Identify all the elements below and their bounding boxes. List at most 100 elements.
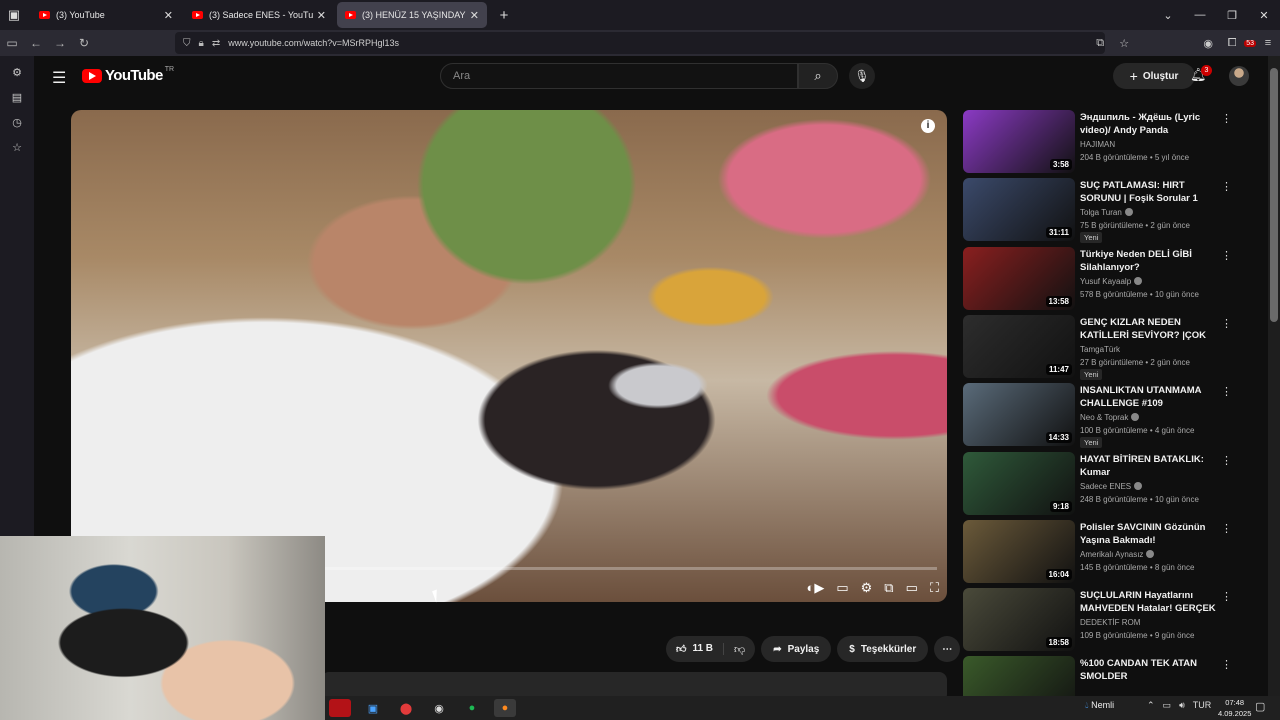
video-title[interactable]: INSANLIKTAN UTANMAMA CHALLENGE #109	[1080, 384, 1216, 410]
scrollbar-thumb[interactable]	[1270, 68, 1278, 322]
close-tab-icon[interactable]: ✕	[470, 9, 479, 22]
new-tab-icon[interactable]: +	[491, 7, 517, 24]
recommendation-item[interactable]: 16:04 Polisler SAVCININ Gözünün Yaşına Ba…	[963, 519, 1243, 584]
bookmark-star-icon[interactable]: ☆	[1112, 37, 1136, 50]
close-tab-icon[interactable]: ✕	[164, 9, 173, 22]
sidebar-toggle-icon[interactable]: ▭	[0, 36, 24, 50]
video-player[interactable]: i ◐▶ ▭ ⚙ ⧉ ▭ ⛶	[71, 110, 947, 602]
page-scrollbar[interactable]	[1268, 56, 1280, 696]
weather-widget[interactable]: 💧︎ Nemli	[1085, 700, 1114, 711]
close-window-icon[interactable]: ✕	[1248, 9, 1280, 22]
avatar[interactable]	[1229, 66, 1249, 86]
language-indicator[interactable]: TUR	[1193, 700, 1212, 711]
more-options-icon[interactable]: ⋮	[1221, 249, 1232, 262]
minimize-icon[interactable]: —	[1184, 9, 1216, 21]
channel-name[interactable]: Amerikalı Aynasız	[1080, 549, 1155, 559]
dislike-button[interactable]: 👎︎	[724, 643, 755, 656]
menu-icon[interactable]: ≡	[1256, 37, 1280, 49]
recommendation-item[interactable]: 31:11 SUÇ PATLAMASI: HIRT SORUNU | Foşik …	[963, 178, 1243, 244]
search-input[interactable]: Ara	[440, 63, 798, 89]
more-options-icon[interactable]: ⋮	[1221, 180, 1232, 193]
url-bar[interactable]: ⛉ 🔒︎ ⇄ www.youtube.com/watch?v=MSrRPHgl1…	[175, 32, 1105, 54]
video-title[interactable]: Polisler SAVCININ Gözünün Yaşına Bakmadı…	[1080, 521, 1216, 547]
recommendation-item[interactable]: %100 CANDAN TEK ATAN SMOLDER ⋮	[963, 656, 1243, 696]
chevron-down-icon[interactable]: ⌄	[1152, 9, 1184, 22]
synced-tabs-icon[interactable]: ▤	[12, 91, 22, 104]
recommendation-item[interactable]: 9:18 HAYAT BİTİREN BATAKLIK: Kumar Sadece …	[963, 451, 1243, 516]
search-icon[interactable]: ⌕	[798, 63, 838, 89]
more-options-icon[interactable]: ⋮	[1221, 522, 1232, 535]
browser-tab-2[interactable]: (3) Sadece ENES - YouTube ✕	[184, 2, 334, 28]
youtube-logo[interactable]: YouTube TR	[82, 66, 174, 84]
extensions-icon[interactable]: ⧠	[1220, 37, 1244, 50]
clock[interactable]: 07:48 4.09.2025	[1218, 697, 1251, 719]
lock-icon[interactable]: 🔒︎	[199, 38, 204, 49]
close-tab-icon[interactable]: ✕	[317, 9, 326, 22]
account-icon[interactable]: ◉	[1196, 37, 1220, 50]
video-title[interactable]: %100 CANDAN TEK ATAN SMOLDER	[1080, 657, 1216, 683]
tray-chevron-icon[interactable]: ⌃	[1147, 700, 1155, 711]
video-thumbnail[interactable]	[963, 656, 1075, 696]
notification-center-icon[interactable]: ▢	[1255, 700, 1265, 713]
map-pin-app-icon[interactable]: ⬤	[395, 699, 417, 717]
video-thumbnail[interactable]: 18:58	[963, 588, 1075, 652]
bookmarks-icon[interactable]: ☆	[12, 141, 22, 154]
more-options-icon[interactable]: ⋮	[1221, 317, 1232, 330]
miniplayer-icon[interactable]: ⧉	[884, 580, 893, 596]
spotify-icon[interactable]: ●	[461, 699, 483, 717]
like-button[interactable]: 👍︎ 11 B	[666, 643, 725, 655]
ai-chat-icon[interactable]: ⚙	[12, 66, 22, 79]
video-title[interactable]: Türkiye Neden DELİ GİBİ Silahlanıyor?	[1080, 248, 1216, 274]
file-explorer-icon[interactable]: ▣	[362, 699, 384, 717]
channel-name[interactable]: TamgaTürk	[1080, 345, 1120, 354]
browser-tab-1[interactable]: (3) YouTube ✕	[31, 2, 181, 28]
permissions-icon[interactable]: ⇄	[212, 38, 220, 49]
fullscreen-icon[interactable]: ⛶	[930, 580, 939, 596]
video-thumbnail[interactable]: 9:18	[963, 451, 1075, 515]
autoplay-toggle-icon[interactable]: ◐▶	[806, 580, 824, 596]
channel-name[interactable]: HAJIMAN	[1080, 140, 1115, 149]
recommendation-item[interactable]: 18:58 SUÇLULARIN Hayatlarını MAHVEDEN Hat…	[963, 588, 1243, 652]
channel-name[interactable]: Yusuf Kayaalp	[1080, 276, 1143, 286]
create-button[interactable]: + Oluştur	[1113, 63, 1195, 89]
video-title[interactable]: GENÇ KIZLAR NEDEN KATİLLERİ SEVİYOR? |ÇO…	[1080, 316, 1216, 343]
more-options-icon[interactable]: ⋮	[1221, 112, 1232, 125]
forward-icon[interactable]: →	[48, 36, 72, 50]
more-options-icon[interactable]: ⋮	[1221, 590, 1232, 603]
reload-icon[interactable]: ↻	[72, 36, 96, 50]
video-title[interactable]: Эндшпиль - Ждёшь (Lyric video)/ Andy Pan…	[1080, 111, 1216, 137]
more-options-icon[interactable]: ⋮	[1221, 385, 1232, 398]
extension-badge[interactable]: 53	[1244, 39, 1256, 47]
video-title[interactable]: HAYAT BİTİREN BATAKLIK: Kumar	[1080, 453, 1216, 479]
history-icon[interactable]: ◷	[12, 116, 22, 129]
more-options-icon[interactable]: ⋮	[1221, 658, 1232, 671]
volume-icon[interactable]: 🔊︎	[1179, 700, 1185, 711]
channel-name[interactable]: Tolga Turan	[1080, 208, 1133, 217]
hamburger-menu-icon[interactable]: ☰	[52, 68, 66, 88]
video-thumbnail[interactable]: 3:58	[963, 110, 1075, 173]
theater-mode-icon[interactable]: ▭	[906, 580, 918, 596]
video-thumbnail[interactable]: 16:04	[963, 519, 1075, 583]
subtitles-icon[interactable]: ▭	[836, 580, 848, 596]
tab-list-icon[interactable]: ▣	[0, 0, 28, 30]
firefox-icon[interactable]: ●	[494, 699, 516, 717]
share-button[interactable]: ➦ Paylaş	[761, 636, 832, 662]
browser-tab-3[interactable]: (3) HENÜZ 15 YAŞINDAYDI.. (ço ✕	[337, 2, 487, 28]
description-box[interactable]	[321, 672, 947, 696]
video-thumbnail[interactable]: 13:58	[963, 246, 1075, 310]
taskbar-app-icon[interactable]	[329, 699, 351, 717]
recommendation-item[interactable]: 13:58 Türkiye Neden DELİ GİBİ Silahlanıyo…	[963, 246, 1243, 311]
picture-in-picture-icon[interactable]: ⧉	[1088, 37, 1112, 50]
thanks-button[interactable]: $ Teşekkürler	[837, 636, 929, 662]
channel-name[interactable]: DEDEKTİF ROM	[1080, 618, 1140, 627]
video-thumbnail[interactable]: 11:47	[963, 314, 1075, 378]
video-title[interactable]: SUÇLULARIN Hayatlarını MAHVEDEN Hatalar!…	[1080, 589, 1216, 616]
network-icon[interactable]: ▭	[1163, 700, 1172, 711]
info-icon[interactable]: i	[921, 119, 935, 133]
channel-name[interactable]: Neo & Toprak	[1080, 413, 1140, 422]
recommendation-item[interactable]: 3:58 Эндшпиль - Ждёшь (Lyric video)/ Andy…	[963, 110, 1243, 174]
video-thumbnail[interactable]: 31:11	[963, 178, 1075, 242]
obs-icon[interactable]: ◉	[428, 699, 450, 717]
video-title[interactable]: SUÇ PATLAMASI: HIRT SORUNU | Foşik Sorul…	[1080, 179, 1216, 205]
restore-icon[interactable]: ❐	[1216, 9, 1248, 22]
